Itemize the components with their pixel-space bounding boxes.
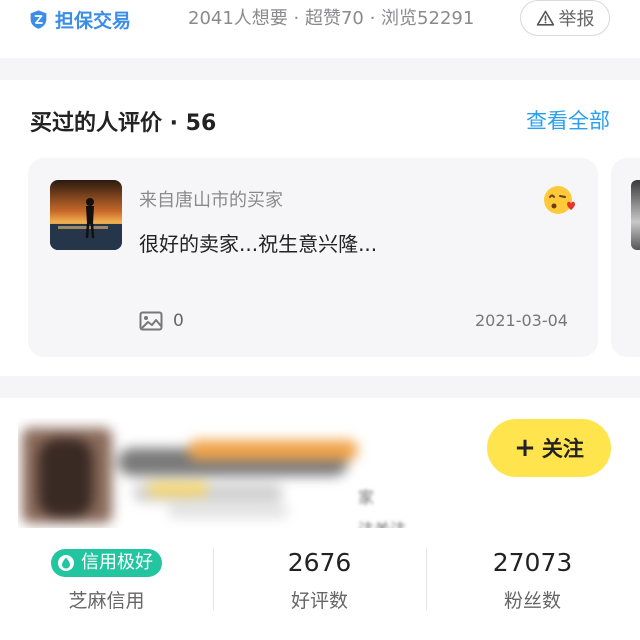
plus-icon: + bbox=[514, 433, 536, 463]
seller-note: 注关注，... bbox=[358, 516, 437, 528]
metric-good-reviews[interactable]: 2676 好评数 bbox=[213, 546, 426, 616]
metric-fans[interactable]: 27073 粉丝数 bbox=[426, 546, 639, 616]
review-date: 2021-03-04 bbox=[475, 311, 568, 330]
fans-value: 27073 bbox=[492, 548, 573, 577]
report-button[interactable]: 举报 bbox=[520, 0, 610, 36]
image-icon bbox=[139, 311, 163, 331]
seller-section: 家 注关注，... + 关注 信用极好 芝麻信用 2676 好评数 27073 … bbox=[0, 398, 640, 640]
top-info-bar: 担保交易 2041人想要 · 超赞70 · 浏览52291 举报 bbox=[0, 0, 640, 58]
credit-badge: 信用极好 bbox=[51, 549, 162, 577]
escrow-label: 担保交易 bbox=[55, 9, 132, 32]
metric-credit[interactable]: 信用极好 芝麻信用 bbox=[0, 546, 213, 616]
review-card[interactable]: 来自唐山市的买家 很好的卖家...祝生意兴隆... 0 2021-03-04 bbox=[28, 158, 598, 357]
review-comment: 很好的卖家...祝生意兴隆... bbox=[139, 232, 378, 256]
credit-value: 信用极好 bbox=[81, 552, 153, 573]
buyer-location: 来自唐山市的买家 bbox=[139, 190, 283, 211]
good-reviews-label: 好评数 bbox=[290, 590, 348, 612]
buyer-reviews-section: 买过的人评价 · 56 查看全部 来自唐山市的买家 很好的卖家...祝生意兴隆.… bbox=[0, 80, 640, 376]
image-count-value: 0 bbox=[173, 311, 184, 331]
seller-tag: 家 bbox=[358, 488, 375, 507]
reviews-title: 买过的人评价 · 56 bbox=[30, 111, 217, 136]
view-all-reviews-link[interactable]: 查看全部 bbox=[526, 105, 610, 135]
escrow-badge[interactable]: 担保交易 bbox=[28, 6, 131, 32]
credit-label: 芝麻信用 bbox=[68, 590, 145, 612]
shield-escrow-icon bbox=[30, 9, 47, 29]
seller-profile-blurred[interactable]: 家 注关注，... bbox=[18, 418, 438, 528]
buyer-avatar bbox=[50, 180, 122, 250]
follow-label: 关注 bbox=[541, 437, 584, 461]
water-drop-icon bbox=[58, 555, 74, 571]
good-reviews-value: 2676 bbox=[287, 548, 352, 577]
review-card-peek[interactable] bbox=[611, 158, 640, 357]
follow-button[interactable]: + 关注 bbox=[487, 419, 611, 477]
fans-label: 粉丝数 bbox=[503, 590, 561, 612]
report-label: 举报 bbox=[558, 9, 595, 30]
item-stats: 2041人想要 · 超赞70 · 浏览52291 bbox=[188, 8, 475, 29]
buyer-avatar-peek bbox=[631, 180, 640, 250]
review-image-count: 0 bbox=[139, 310, 184, 332]
kiss-heart-emoji-icon bbox=[544, 186, 575, 214]
warning-triangle-icon bbox=[536, 10, 554, 26]
